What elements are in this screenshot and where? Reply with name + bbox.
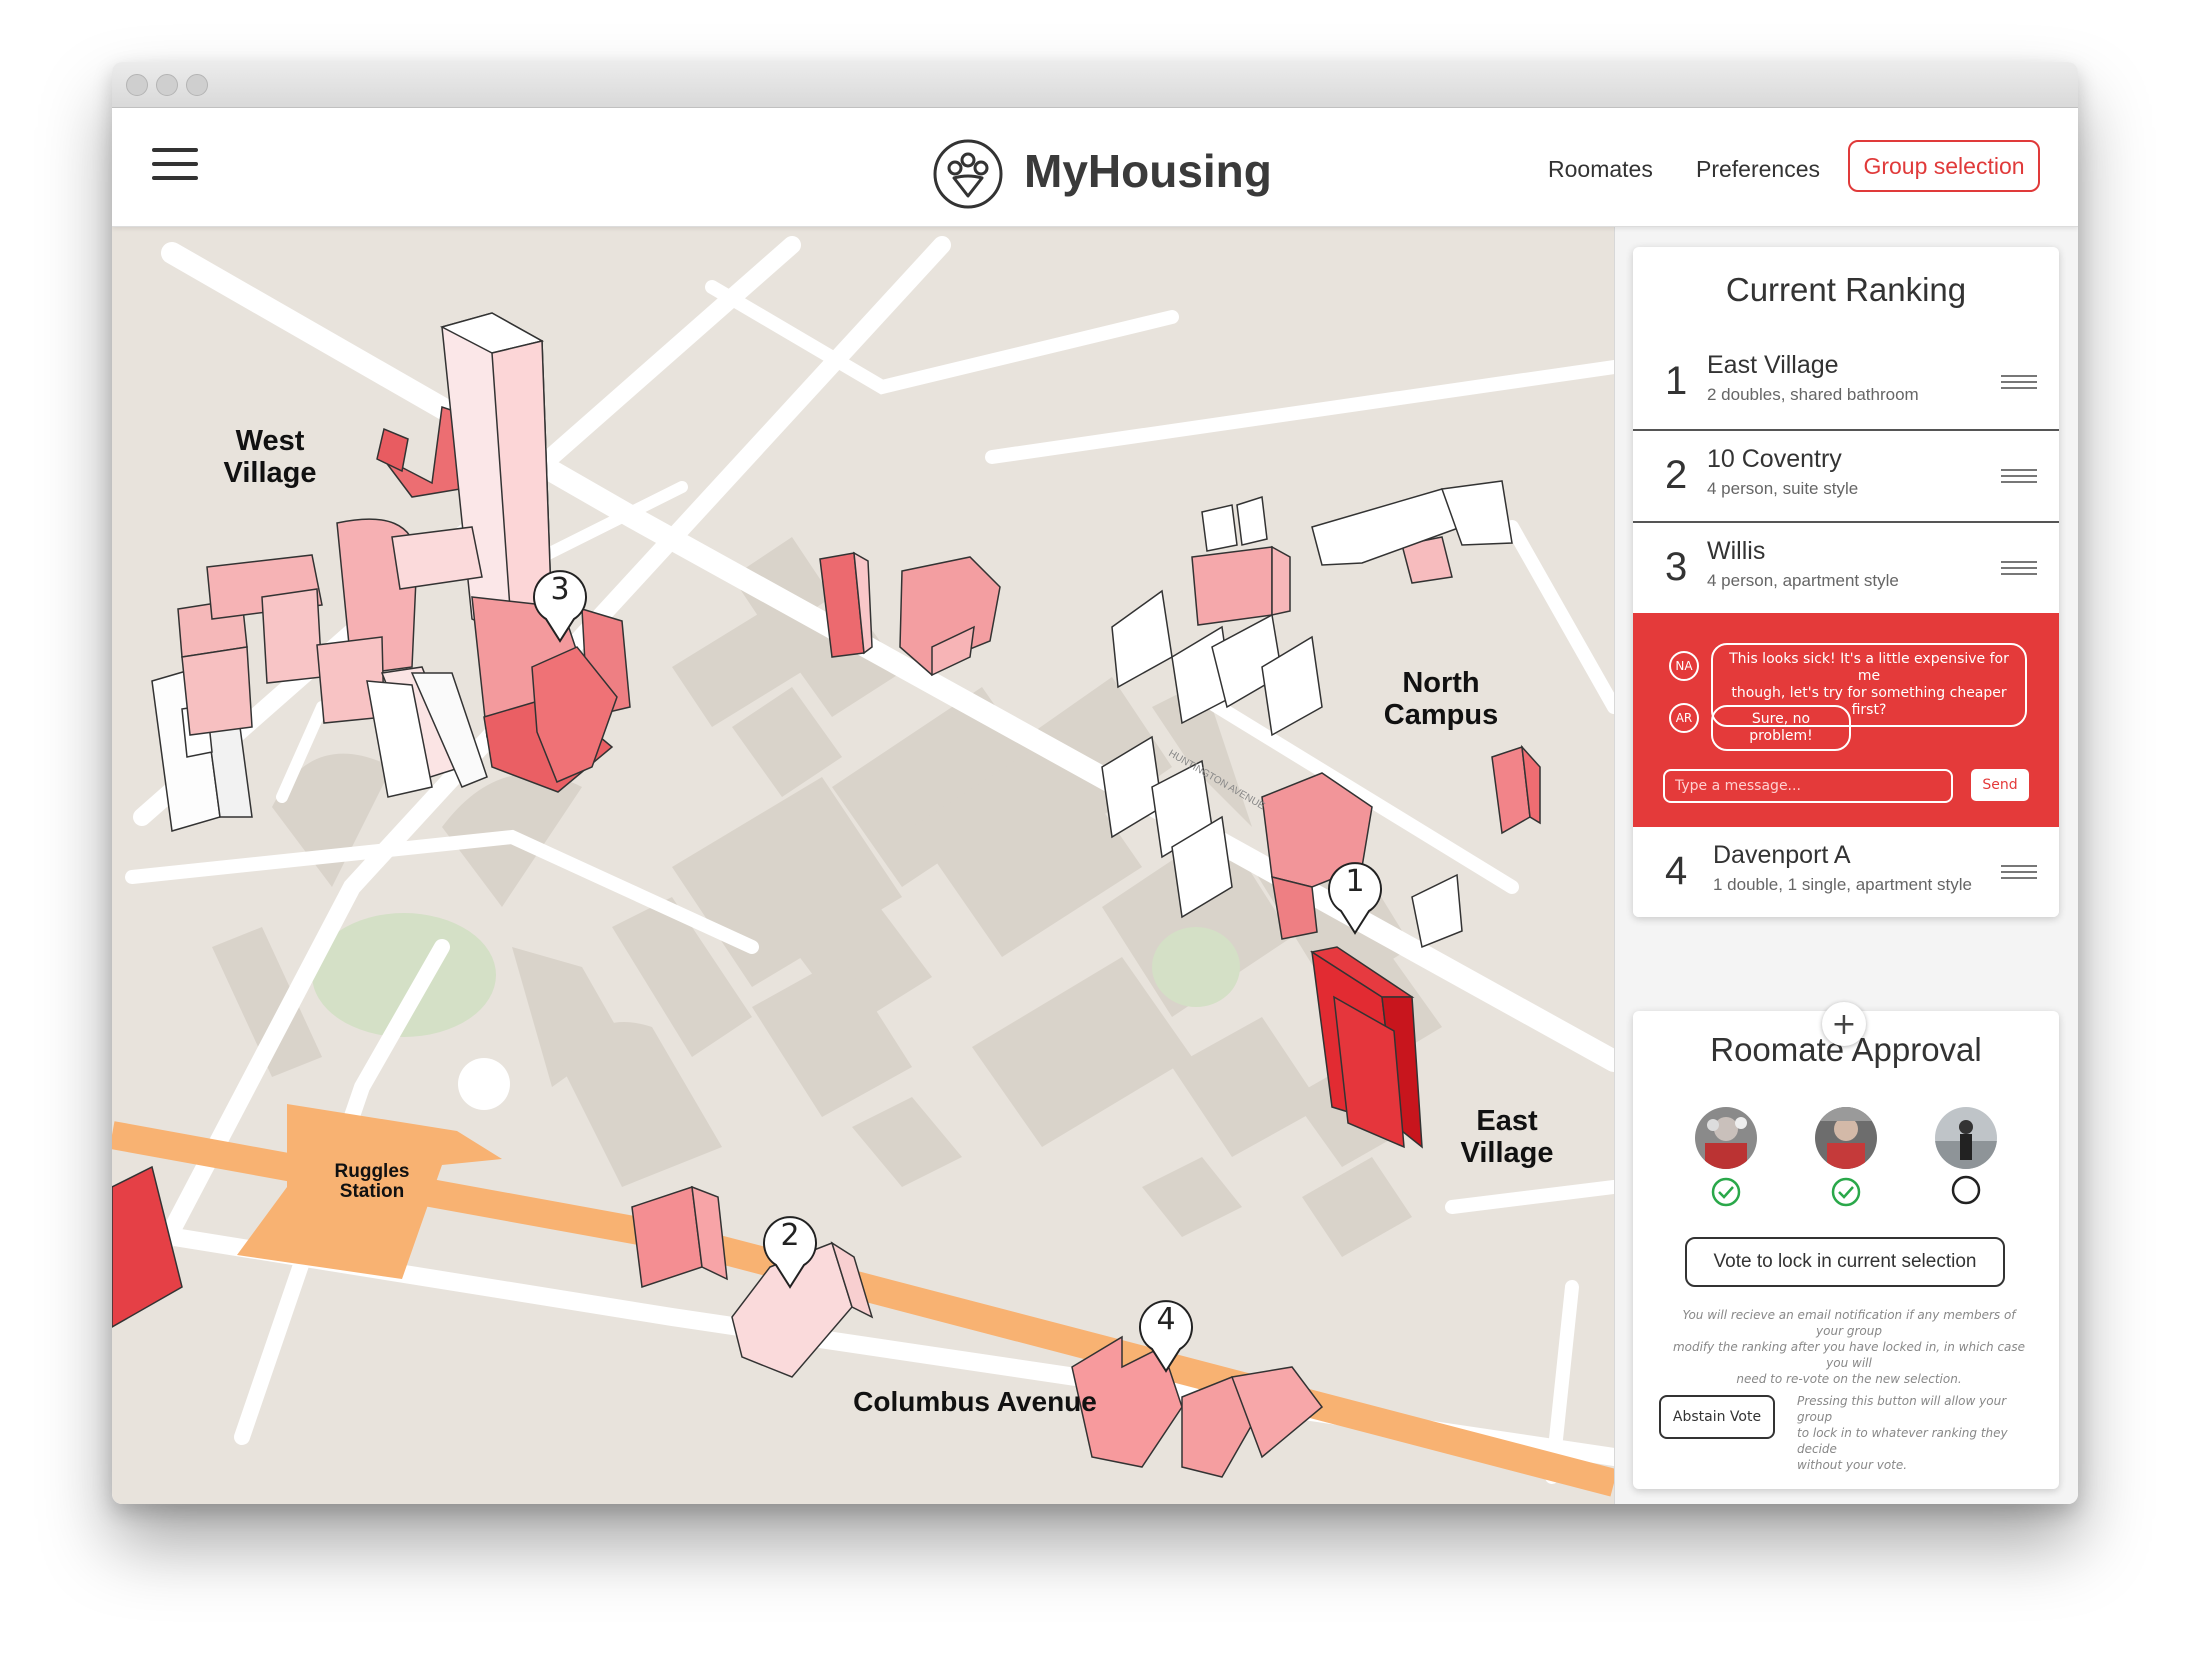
chat-message-line: Sure, no problem! [1749, 711, 1813, 744]
menu-icon[interactable] [152, 148, 198, 182]
chat-avatar-na: NA [1669, 651, 1699, 681]
pending-circle-icon [1951, 1175, 1981, 1205]
rank-description: 4 person, suite style [1707, 479, 1859, 498]
drag-handle-icon[interactable] [2001, 561, 2037, 577]
vote-note: You will recieve an email notification i… [1669, 1307, 2029, 1387]
avatar [1935, 1107, 1997, 1169]
rank-name: 10 Coventry [1707, 445, 1842, 473]
chat-message: Sure, no problem! [1711, 705, 1851, 751]
ranking-item-3[interactable]: 3 Willis 4 person, apartment style [1633, 521, 2059, 613]
ranking-item-4[interactable]: 4 Davenport A 1 double, 1 single, apartm… [1633, 827, 2059, 917]
area-label-north-line1: North [1402, 667, 1479, 699]
campus-map[interactable]: Ruggles Station West Village North Campu… [112, 227, 1614, 1504]
zoom-window-dot[interactable] [186, 74, 208, 96]
station-label-line2: Station [340, 1181, 404, 1202]
app-name: MyHousing [1024, 145, 1272, 197]
chat-message-input[interactable] [1663, 769, 1953, 803]
side-panel: Current Ranking 1 East Village 2 doubles… [1614, 227, 2078, 1504]
rank-description: 1 double, 1 single, apartment style [1713, 875, 1972, 894]
send-button[interactable]: Send [1971, 769, 2029, 801]
rank-number: 4 [1665, 849, 1688, 893]
logo-icon [933, 139, 1003, 209]
vote-note-line: modify the ranking after you have locked… [1672, 1340, 2026, 1370]
rank-name: East Village [1707, 351, 1839, 379]
abstain-note-line: Pressing this button will allow your gro… [1797, 1394, 2007, 1424]
add-ranking-button[interactable]: + [1822, 1002, 1866, 1046]
drag-handle-icon[interactable] [2001, 469, 2037, 485]
pin-number: 2 [780, 1218, 799, 1253]
browser-window: MyHousing Roomates Preferences Group sel… [112, 62, 2078, 1504]
abstain-note: Pressing this button will allow your gro… [1797, 1393, 2037, 1473]
current-ranking-card: Current Ranking 1 East Village 2 doubles… [1633, 247, 2059, 917]
area-label-east-line2: Village [1461, 1137, 1554, 1169]
rank-number: 2 [1665, 453, 1688, 497]
vote-note-line: need to re-vote on the new selection. [1736, 1372, 1962, 1386]
ranking-item-2[interactable]: 2 10 Coventry 4 person, suite style [1633, 429, 2059, 521]
area-label-north-line2: Campus [1384, 699, 1498, 731]
abstain-note-line: to lock in to whatever ranking they deci… [1797, 1426, 2008, 1456]
drag-handle-icon[interactable] [2001, 865, 2037, 881]
pin-number: 1 [1345, 864, 1364, 899]
pin-number: 4 [1156, 1302, 1175, 1337]
abstain-vote-button[interactable]: Abstain Vote [1659, 1395, 1775, 1439]
vote-lock-button[interactable]: Vote to lock in current selection [1685, 1237, 2005, 1287]
group-chat: NA This looks sick! It's a little expens… [1633, 613, 2059, 827]
area-label-east-line1: East [1476, 1105, 1538, 1137]
rank-number: 3 [1665, 545, 1688, 589]
ranking-item-1[interactable]: 1 East Village 2 doubles, shared bathroo… [1633, 337, 2059, 429]
approved-check-icon [1711, 1177, 1741, 1207]
app-header: MyHousing Roomates Preferences Group sel… [112, 108, 2078, 227]
close-window-dot[interactable] [126, 74, 148, 96]
street-label-columbus: Columbus Avenue [853, 1386, 1097, 1417]
area-label-west-line1: West [236, 425, 305, 457]
pin-number: 3 [550, 572, 569, 607]
drag-handle-icon[interactable] [2001, 375, 2037, 391]
chat-avatar-ar: AR [1669, 703, 1699, 733]
station-label-line1: Ruggles [335, 1161, 410, 1182]
park-east [1152, 927, 1240, 1007]
window-titlebar [112, 62, 2078, 108]
rank-name: Davenport A [1713, 841, 1851, 869]
avatar [1695, 1107, 1757, 1169]
rank-description: 2 doubles, shared bathroom [1707, 385, 1919, 404]
approved-check-icon [1831, 1177, 1861, 1207]
area-label-west-line2: Village [224, 457, 317, 489]
vote-note-line: You will recieve an email notification i… [1682, 1308, 2016, 1338]
group-selection-button[interactable]: Group selection [1848, 140, 2040, 192]
current-ranking-title: Current Ranking [1725, 271, 1967, 308]
avatar [1815, 1107, 1877, 1169]
rank-number: 1 [1665, 359, 1688, 403]
minimize-window-dot[interactable] [156, 74, 178, 96]
rank-name: Willis [1707, 537, 1766, 565]
chat-message-line: This looks sick! It's a little expensive… [1729, 651, 2009, 684]
abstain-note-line: without your vote. [1797, 1458, 1908, 1472]
roommate-approval-card: Roomate Approval Vote to lock in current… [1633, 1011, 2059, 1489]
rank-description: 4 person, apartment style [1707, 571, 1899, 590]
nav-roommates[interactable]: Roomates [1548, 156, 1653, 183]
nav-preferences[interactable]: Preferences [1696, 156, 1820, 183]
